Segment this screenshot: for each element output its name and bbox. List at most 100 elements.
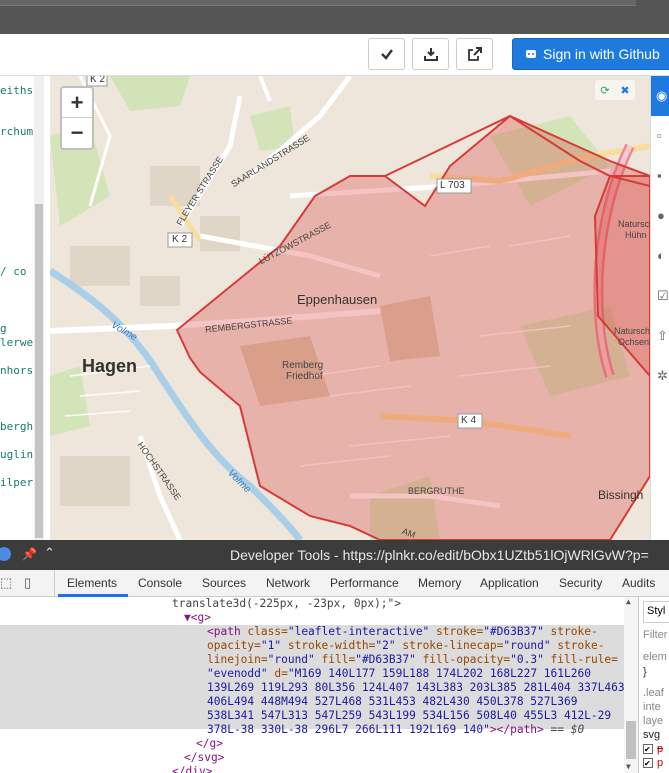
devtools-window-title: Developer Tools - https://plnkr.co/edit/… xyxy=(230,547,649,563)
styles-tab[interactable]: Styl xyxy=(643,601,669,623)
chrome-icon xyxy=(0,547,11,561)
editor-scrollbar[interactable] xyxy=(34,76,44,540)
dom-close-g[interactable]: </g> xyxy=(196,737,223,752)
zoom-out-button[interactable]: − xyxy=(62,118,92,148)
pin-icon[interactable]: 📌 xyxy=(22,547,37,561)
attr-name: stroke= xyxy=(429,625,484,638)
attr-value: "2" xyxy=(375,639,396,652)
open-external-button[interactable] xyxy=(456,38,493,70)
tab-console[interactable]: Console xyxy=(138,576,182,590)
style-line: } xyxy=(643,666,647,678)
road-label: K 4 xyxy=(461,415,477,426)
city-label: Hagen xyxy=(82,356,138,376)
editor-scrollbar-thumb[interactable] xyxy=(35,204,43,538)
sign-in-label: Sign in with Github xyxy=(543,46,660,62)
scroll-up-icon[interactable]: ▲ xyxy=(626,597,631,606)
tab-divider xyxy=(54,570,55,597)
users-icon[interactable]: ▪ xyxy=(657,168,669,183)
plunker-toolbar: Sign in with Github xyxy=(0,34,669,76)
zoom-in-button[interactable]: + xyxy=(62,88,92,118)
editor-line: rchum xyxy=(0,125,34,138)
road-label: L 703 xyxy=(440,180,465,191)
street-label: BERGRUTHE xyxy=(408,486,465,496)
elements-scrollbar[interactable]: ▲ ▼ xyxy=(624,597,638,773)
tab-audits[interactable]: Audits xyxy=(622,576,655,590)
elements-scrollbar-thumb[interactable] xyxy=(626,721,636,759)
prop-checkbox[interactable]: ✔ xyxy=(643,744,653,754)
dom-node-g[interactable]: ▼<g> xyxy=(184,611,211,626)
devtools-title-bar: 📌 ⌃ Developer Tools - https://plnkr.co/e… xyxy=(0,540,669,570)
attr-value: "evenodd" xyxy=(207,667,268,680)
check-button[interactable] xyxy=(368,38,405,70)
tab-security[interactable]: Security xyxy=(559,576,602,590)
browser-top-bar xyxy=(0,0,669,34)
settings-icon[interactable]: ✲ xyxy=(657,368,669,383)
styles-tab-label: Styl xyxy=(647,605,666,617)
attr-name: d= xyxy=(267,667,288,680)
attr-name: fill-rule= xyxy=(543,653,618,666)
palette-icon[interactable]: ◐ xyxy=(657,248,669,263)
path-tag: <path xyxy=(207,625,241,638)
lock-icon[interactable]: ▫ xyxy=(657,128,669,143)
nature-reserve-label: Ochsenka xyxy=(618,337,650,347)
download-icon xyxy=(423,48,438,61)
attr-value: "#D63B37" xyxy=(355,653,416,666)
inspect-icon[interactable]: ⬚ xyxy=(0,575,12,591)
elements-panel[interactable]: translate3d(-225px, -23px, 0px);"> ▼<g> … xyxy=(0,597,638,773)
attr-value: "#D63B37" xyxy=(483,625,544,638)
download-button[interactable] xyxy=(412,38,449,70)
dom-close-div[interactable]: </div> xyxy=(172,765,212,773)
dom-line: 139L269 119L293 80L356 124L407 143L383 2… xyxy=(207,681,625,694)
tab-sources[interactable]: Sources xyxy=(202,576,246,590)
nature-reserve-label: Naturschutzg xyxy=(614,326,650,336)
nature-reserve-label: Naturschu xyxy=(618,219,650,229)
devtools-tab-bar: ⬚ ▯ Elements Console Sources Network Per… xyxy=(0,570,669,597)
preview-toggle[interactable]: ◉ xyxy=(651,76,669,116)
dom-line: 538L341 547L313 547L259 543L199 534L156 … xyxy=(207,709,612,722)
dom-close-svg[interactable]: </svg> xyxy=(184,751,224,766)
sign-in-github-button[interactable]: Sign in with Github xyxy=(512,38,669,70)
device-toolbar-icon[interactable]: ▯ xyxy=(24,575,31,591)
attr-value: "round" xyxy=(267,653,315,666)
right-sidebar-rail: ◉ ▫ ▪ ● ◐ ☑ ⇧ ✲ xyxy=(650,76,669,540)
attr-value: "leaflet-interactive" xyxy=(287,625,430,638)
attr-name: fill= xyxy=(314,653,356,666)
dom-node-path[interactable]: <path class="leaflet-interactive" stroke… xyxy=(207,625,598,640)
style-prop: p xyxy=(657,743,664,755)
attr-name: class= xyxy=(240,625,288,638)
comment-icon[interactable]: ● xyxy=(657,208,669,223)
check-icon xyxy=(380,49,393,60)
attr-name: opacity= xyxy=(207,639,261,652)
collapse-icon[interactable]: ⌃ xyxy=(44,545,55,561)
map-tiles xyxy=(50,76,650,540)
dom-line: translate3d(-225px, -23px, 0px);"> xyxy=(172,597,402,610)
tab-network[interactable]: Network xyxy=(266,576,310,590)
tab-performance[interactable]: Performance xyxy=(330,576,399,590)
attr-name: stroke- xyxy=(543,625,598,638)
refresh-icon[interactable]: ⟳ xyxy=(600,84,609,97)
leaflet-map[interactable]: K 2 K 2 L 703 K 4 Hagen Eppenhausen Remb… xyxy=(50,76,650,540)
tab-memory[interactable]: Memory xyxy=(418,576,461,590)
style-line: svg xyxy=(643,729,661,741)
styles-filter-input[interactable]: Filter xyxy=(643,629,667,641)
district-label: Eppenhausen xyxy=(297,292,378,307)
prop-checkbox[interactable]: ✔ xyxy=(643,758,653,768)
tab-elements[interactable]: Elements xyxy=(67,576,117,590)
upload-icon[interactable]: ⇧ xyxy=(657,328,669,343)
styles-pane: Styl Filter elem } .leaf inte laye svg ✔… xyxy=(638,597,669,773)
attr-name: stroke-linecap= xyxy=(395,639,504,652)
path-close-tag: ></path> xyxy=(489,723,544,736)
address-field[interactable] xyxy=(0,0,636,6)
dom-line: opacity="1" stroke-width="2" stroke-line… xyxy=(207,639,604,654)
road-label: K 2 xyxy=(90,76,106,85)
tab-application[interactable]: Application xyxy=(480,576,539,590)
place-label: Friedhof xyxy=(286,371,323,382)
eye-icon: ◉ xyxy=(656,88,668,103)
expand-icon[interactable]: ✖ xyxy=(620,84,629,97)
scroll-down-icon[interactable]: ▼ xyxy=(626,762,631,771)
place-label: Remberg xyxy=(282,360,324,371)
attr-name: stroke- xyxy=(550,639,605,652)
dom-line: linejoin="round" fill="#D63B37" fill-opa… xyxy=(207,653,618,668)
check-square-icon[interactable]: ☑ xyxy=(657,288,669,303)
style-line: inte xyxy=(643,701,661,713)
